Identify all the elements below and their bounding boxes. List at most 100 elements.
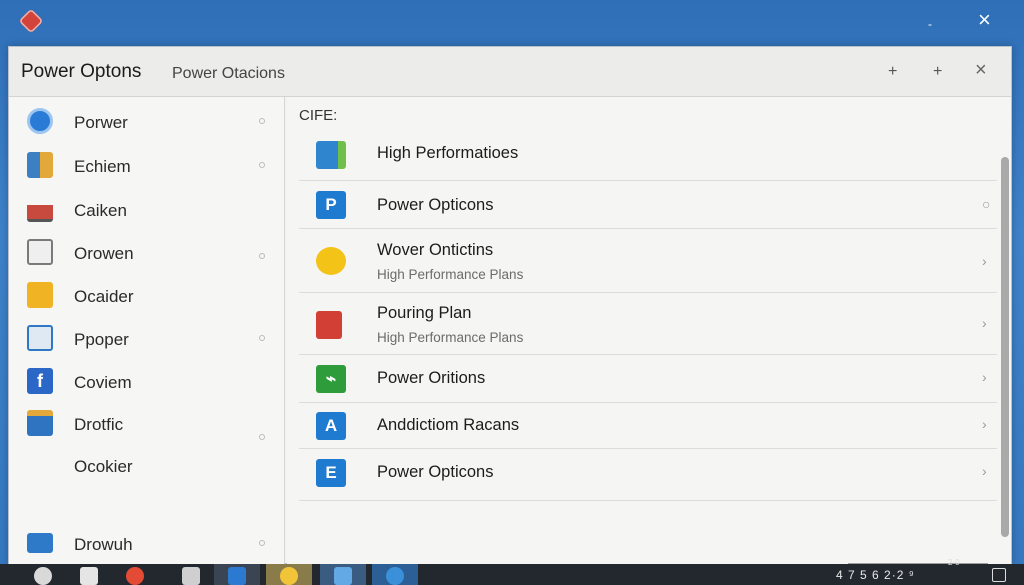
- lock-icon: [316, 311, 342, 339]
- sidebar-item-ocokier[interactable]: Ocokier: [9, 446, 285, 486]
- window-subtitle: Power Otacions: [172, 65, 285, 82]
- monitor-icon: [27, 239, 53, 265]
- camera-icon: [182, 567, 200, 585]
- sidebar-item-label: Orowen: [74, 244, 134, 263]
- sidebar-item-drowuh[interactable]: Drowuh: [9, 524, 285, 564]
- taskbar-app-mail[interactable]: [214, 564, 260, 585]
- window-close-button[interactable]: ×: [975, 59, 987, 82]
- taskbar-app-globe[interactable]: [372, 564, 418, 585]
- plan-title: Power Oritions: [377, 369, 486, 387]
- plan-title: Wover Ontictins: [377, 241, 494, 259]
- plan-title: Pouring Plan: [377, 304, 472, 322]
- sidebar-item-ocaider[interactable]: Ocaider: [9, 276, 285, 316]
- section-label: CIFE:: [299, 107, 338, 124]
- window-title: Power Optons: [21, 61, 142, 82]
- notification-icon[interactable]: [992, 568, 1006, 582]
- plan-title: Power Opticons: [377, 196, 494, 214]
- plan-row-power-oritions[interactable]: ⌁ Power Oritions ›: [299, 355, 997, 403]
- folder-icon: [27, 282, 53, 308]
- app-logo-icon: [18, 8, 44, 34]
- facebook-icon: f: [27, 368, 53, 394]
- plan-title: Anddictiom Racans: [377, 416, 520, 434]
- image-icon: [27, 325, 53, 351]
- chevron-right-icon: ›: [982, 463, 987, 479]
- plan-row-anddictiom-racans[interactable]: A Anddictiom Racans ›: [299, 403, 997, 449]
- window-icon: [27, 410, 53, 436]
- mail-icon: [228, 567, 246, 585]
- indicator-dot: [259, 162, 265, 168]
- start-button[interactable]: [20, 564, 66, 585]
- clock-text: 4 7 5 6: [836, 568, 880, 582]
- taskbar: 4 7 5 6 2·2 ⁹ 2·0: [0, 558, 1024, 585]
- sidebar-item-porwer[interactable]: Porwer: [9, 102, 285, 142]
- sidebar-item-label: Ocaider: [74, 287, 134, 306]
- indicator-dot: [259, 118, 265, 124]
- sidebar-item-label: Coviem: [74, 373, 132, 392]
- sidebar-item-label: Ocokier: [74, 457, 133, 476]
- sidebar-item-label: Caiken: [74, 201, 127, 220]
- globe-icon: [386, 567, 404, 585]
- green-icon: ⌁: [316, 365, 346, 393]
- clock-icon: [280, 567, 298, 585]
- sidebar-item-drotfic[interactable]: Drotfic: [9, 404, 285, 444]
- clock-small-label: 2·0: [948, 558, 960, 567]
- plan-list-pane: CIFE: High Performatioes P Power Opticon…: [287, 97, 1011, 585]
- start-icon: [34, 567, 52, 585]
- window-titlebar: Power Optons Power Otacions + + ×: [9, 47, 1011, 97]
- indicator-dot: [259, 540, 265, 546]
- sidebar-item-label: Porwer: [74, 113, 128, 132]
- desktop-top-bar: - ×: [0, 0, 1024, 46]
- outer-close-button[interactable]: ×: [978, 9, 991, 31]
- add-button-1[interactable]: +: [888, 63, 897, 81]
- taskbar-app-chrome[interactable]: [112, 564, 158, 585]
- sidebar: Porwer Echiem Caiken Orowen Ocaider Ppop…: [9, 97, 285, 564]
- file-icon: [80, 567, 98, 585]
- sidebar-item-ppoper[interactable]: Ppoper: [9, 319, 285, 359]
- grid-icon: [27, 152, 53, 178]
- sidebar-item-label: Echiem: [74, 157, 131, 176]
- sidebar-item-label: Ppoper: [74, 330, 129, 349]
- sidebar-item-label: Drowuh: [74, 535, 133, 554]
- outer-minimize-button[interactable]: -: [928, 14, 932, 34]
- plan-subtitle: High Performance Plans: [377, 330, 524, 345]
- sidebar-item-label: Drotfic: [74, 415, 124, 434]
- sidebar-item-echiem[interactable]: Echiem: [9, 146, 285, 186]
- radio-dot-icon: ○: [982, 196, 991, 212]
- plan-row-high-performatioes[interactable]: High Performatioes: [299, 131, 997, 181]
- scrollbar[interactable]: [1001, 157, 1009, 537]
- chevron-right-icon: ›: [982, 253, 987, 269]
- indicator-dot: [259, 335, 265, 341]
- plan-row-pouring-plan[interactable]: Pouring Plan High Performance Plans ›: [299, 293, 997, 355]
- indicator-dot: [259, 253, 265, 259]
- chevron-right-icon: ›: [982, 369, 987, 385]
- face-icon: [316, 247, 346, 275]
- system-clock[interactable]: 4 7 5 6 2·2 ⁹: [836, 568, 915, 582]
- taskbar-app-file[interactable]: [66, 564, 112, 585]
- p-icon: P: [316, 191, 346, 219]
- add-button-2[interactable]: +: [933, 63, 942, 81]
- taskbar-app-clock[interactable]: [266, 564, 312, 585]
- taskbar-app-app[interactable]: [320, 564, 366, 585]
- power-icon: [27, 108, 53, 134]
- sidebar-item-coviem[interactable]: f Coviem: [9, 362, 285, 402]
- chevron-right-icon: ›: [982, 416, 987, 432]
- plan-row-power-opticons-2[interactable]: E Power Opticons ›: [299, 449, 997, 501]
- indicator-dot: [259, 434, 265, 440]
- chevron-right-icon: ›: [982, 315, 987, 331]
- e-icon: E: [316, 459, 346, 487]
- chrome-icon: [126, 567, 144, 585]
- a-icon: A: [316, 412, 346, 440]
- plan-title: High Performatioes: [377, 144, 519, 162]
- app-icon: [334, 567, 352, 585]
- plan-row-power-opticons[interactable]: P Power Opticons ○: [299, 181, 997, 229]
- sidebar-item-caiken[interactable]: Caiken: [9, 190, 285, 230]
- power-options-window: Power Optons Power Otacions + + × Porwer…: [8, 46, 1012, 585]
- taskbar-app-camera[interactable]: [168, 564, 214, 585]
- clock-extra: 2·2 ⁹: [884, 568, 915, 582]
- plan-subtitle: High Performance Plans: [377, 267, 524, 282]
- sidebar-item-orowen[interactable]: Orowen: [9, 233, 285, 273]
- plan-icon: [316, 141, 346, 169]
- plan-row-wover-ontictins[interactable]: Wover Ontictins High Performance Plans ›: [299, 229, 997, 293]
- plan-title: Power Opticons: [377, 463, 494, 481]
- wrench-icon: [27, 196, 53, 222]
